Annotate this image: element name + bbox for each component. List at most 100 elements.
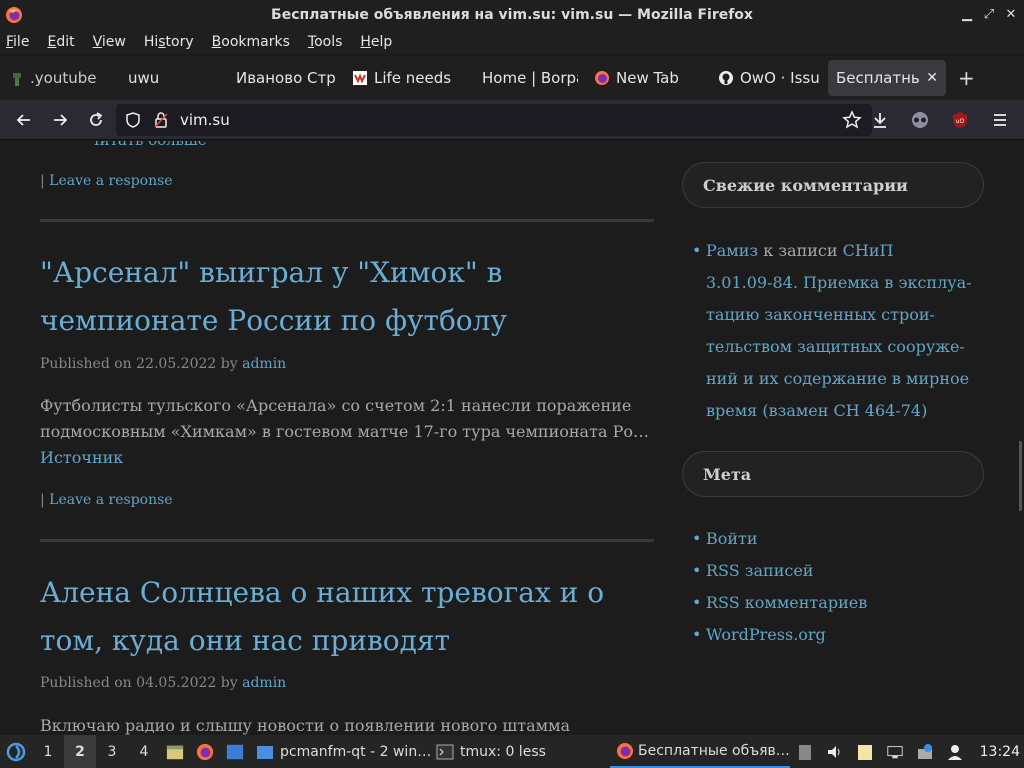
workspace-4[interactable]: 4 <box>128 735 160 768</box>
terminal-icon <box>436 744 454 759</box>
folder-icon <box>257 745 273 759</box>
post-title[interactable]: "Арсенал" выиграл у "Химок" в чемпионате… <box>40 249 660 345</box>
volume-icon <box>828 745 840 758</box>
downloads-button[interactable] <box>862 104 898 136</box>
url-bar[interactable]: vim.su <box>116 104 872 136</box>
back-arrow-icon <box>16 113 30 126</box>
start-menu-icon <box>6 742 26 761</box>
extension-button[interactable] <box>902 104 938 136</box>
menu-help[interactable]: Help <box>360 34 392 50</box>
tab-uwu[interactable]: uwu <box>104 60 224 96</box>
post-author-link[interactable]: admin <box>242 675 286 691</box>
comment-item: Рамиз к записи СНиП3.01.09-84. Приемка в… <box>692 235 976 427</box>
tab-life-needs[interactable]: Life needs <box>344 60 464 96</box>
post-separator <box>40 539 654 542</box>
scrollbar-thumb[interactable] <box>1019 441 1022 511</box>
lock-icon[interactable] <box>152 111 170 129</box>
toolbar-right: uO <box>862 104 1018 136</box>
comment-post-link[interactable]: СНиП 3.01.09-84. Приемка в эксплуа-тацию … <box>706 241 972 420</box>
workspace-1[interactable]: 1 <box>32 735 64 768</box>
volume-tray[interactable] <box>820 735 850 768</box>
menu-view[interactable]: View <box>93 34 126 50</box>
close-icon[interactable]: ✕ <box>1004 6 1018 22</box>
firefox-logo-icon <box>6 7 22 23</box>
youtube-icon <box>10 70 24 86</box>
tab-bar: .youtube - uwu Иваново Стр Life needs Ho… <box>0 56 1024 100</box>
new-tab-button[interactable]: + <box>958 66 975 90</box>
tab-new-tab[interactable]: New Tab <box>586 60 710 96</box>
post-excerpt: Футболисты тульского «Арсенала» со счето… <box>40 396 649 467</box>
clipboard-icon <box>799 744 811 760</box>
shield-icon[interactable] <box>124 111 142 129</box>
post-title[interactable]: Алена Солнцева о наших тревогах и о том,… <box>40 569 660 665</box>
workspace-2[interactable]: 2 <box>64 735 96 768</box>
firefox-icon <box>196 743 214 760</box>
tab-github[interactable]: OwO · Issu <box>710 60 828 96</box>
network-tray[interactable] <box>880 735 910 768</box>
read-more-link[interactable]: Читать больше <box>88 141 207 149</box>
hamburger-menu-icon <box>994 114 1006 126</box>
clock[interactable]: 13:24 <box>980 735 1020 768</box>
tab-active-vim-su[interactable]: Бесплатны ✕ <box>828 60 946 96</box>
app-menu-button[interactable] <box>982 104 1018 136</box>
bookmark-star-icon[interactable] <box>842 110 862 130</box>
file-manager-launcher[interactable] <box>160 735 190 768</box>
menu-history[interactable]: History <box>144 34 194 50</box>
tab-borpa[interactable]: Home | Borpa <box>464 60 586 96</box>
post-author-link[interactable]: admin <box>242 356 286 372</box>
leave-response-link[interactable]: Leave a response <box>49 173 172 189</box>
comment-author-link[interactable]: Рамиз <box>706 241 758 260</box>
menu-bar: File Edit View History Bookmarks Tools H… <box>0 30 1024 54</box>
url-text[interactable]: vim.su <box>180 111 230 129</box>
post-date: 22.05.2022 <box>136 356 217 372</box>
clipboard-tray[interactable] <box>790 735 820 768</box>
user-icon <box>948 744 962 760</box>
notes-tray[interactable] <box>850 735 880 768</box>
firefox-launcher[interactable] <box>190 735 220 768</box>
taskbar-window-pcmanfm[interactable]: pcmanfm-qt - 2 win… <box>250 735 430 768</box>
tab-ivanovo[interactable]: Иваново Стр <box>224 60 344 96</box>
source-link[interactable]: Источник <box>40 448 123 467</box>
post-response: | Leave a response <box>40 173 173 189</box>
ublock-button[interactable]: uO <box>942 104 978 136</box>
meta-link-wordpress[interactable]: WordPress.org <box>692 619 867 651</box>
network-icon <box>887 745 903 758</box>
meta-heading: Мета <box>682 451 984 497</box>
meta-link-rss-posts[interactable]: RSS записей <box>692 555 867 587</box>
meta-links-list: Войти RSS записей RSS комментариев WordP… <box>692 523 867 651</box>
menu-edit[interactable]: Edit <box>47 34 74 50</box>
start-menu-button[interactable] <box>0 735 32 768</box>
user-tray[interactable] <box>940 735 970 768</box>
updates-tray[interactable] <box>910 735 940 768</box>
ublock-icon: uO <box>953 112 967 128</box>
post-excerpt: Включаю радио и слышу новости о появлени… <box>40 716 571 735</box>
firefox-icon <box>617 742 633 759</box>
meta-link-login[interactable]: Войти <box>692 523 867 555</box>
leave-response-link[interactable]: Leave a response <box>49 492 172 508</box>
menu-tools[interactable]: Tools <box>308 34 343 50</box>
post-date: 04.05.2022 <box>136 675 217 691</box>
reload-button[interactable] <box>78 104 114 136</box>
back-button[interactable] <box>6 104 42 136</box>
meta-link-rss-comments[interactable]: RSS комментариев <box>692 587 867 619</box>
recent-comments-heading: Свежие комментарии <box>682 162 984 208</box>
github-icon <box>719 71 733 85</box>
post-separator <box>40 219 654 222</box>
menu-bookmarks[interactable]: Bookmarks <box>212 34 290 50</box>
minimize-icon[interactable]: ▁ <box>960 6 974 22</box>
post-response: | Leave a response <box>40 492 173 508</box>
download-icon <box>874 113 886 128</box>
taskbar-window-tmux[interactable]: tmux: 0 less <box>430 735 610 768</box>
window-titlebar: Бесплатные объявления на vim.su: vim.su … <box>0 0 1024 30</box>
forward-button[interactable] <box>42 104 78 136</box>
tab-close-icon[interactable]: ✕ <box>926 70 938 86</box>
workspace-3[interactable]: 3 <box>96 735 128 768</box>
desktop-launcher[interactable] <box>220 735 250 768</box>
taskbar-window-firefox[interactable]: Бесплатные объяв… <box>610 735 790 768</box>
window-controls: ▁ ⤢ ✕ <box>960 6 1018 22</box>
page-content: Читать больше | Leave a response "Арсена… <box>0 141 1024 735</box>
tab-youtube[interactable]: .youtube - <box>0 60 104 96</box>
menu-file[interactable]: File <box>6 34 29 50</box>
maximize-icon[interactable]: ⤢ <box>982 6 996 22</box>
window-title: Бесплатные объявления на vim.su: vim.su … <box>271 7 753 23</box>
